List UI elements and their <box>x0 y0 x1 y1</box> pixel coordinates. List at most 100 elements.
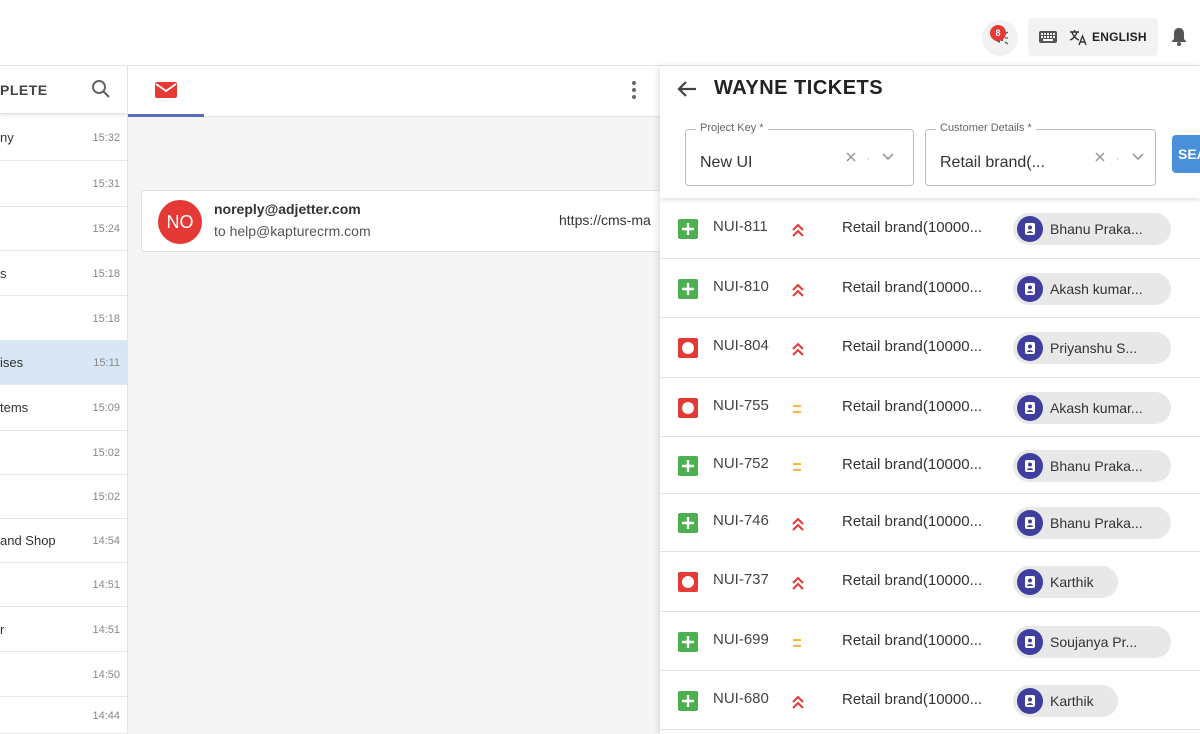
ticket-key[interactable]: NUI-810 <box>713 278 769 295</box>
ticket-row[interactable]: NUI-746 Retail brand(10000... Bhanu Praka.… <box>660 494 1200 552</box>
conversation-item[interactable]: tems 15:09 <box>0 385 127 431</box>
ticket-key[interactable]: NUI-737 <box>713 571 769 588</box>
conversation-time: 15:09 <box>92 402 120 414</box>
bug-type-icon <box>678 398 698 418</box>
conversation-item[interactable]: and Shop 14:54 <box>0 519 127 563</box>
ticket-key[interactable]: NUI-811 <box>713 218 768 235</box>
search-icon[interactable] <box>91 79 111 99</box>
ticket-row[interactable]: NUI-804 Retail brand(10000... Priyanshu S.… <box>660 318 1200 378</box>
notification-badge: 8 <box>990 25 1006 41</box>
assignee-avatar <box>1017 453 1043 479</box>
clear-icon[interactable] <box>844 150 858 164</box>
search-button[interactable]: SEARCH <box>1172 135 1200 173</box>
tickets-panel-header: WAYNE TICKETS Project Key * New UI Custo… <box>660 66 1200 198</box>
assignee-chip[interactable]: Bhanu Praka... <box>1013 507 1172 539</box>
conversation-time: 14:54 <box>92 535 120 547</box>
conversation-item[interactable]: 15:31 <box>0 161 127 207</box>
ticket-row[interactable]: NUI-810 Retail brand(10000... Akash kumar.… <box>660 259 1200 318</box>
assignee-chip[interactable]: Karthik <box>1013 685 1119 717</box>
ticket-key[interactable]: NUI-755 <box>713 397 769 414</box>
assignee-chip[interactable]: Akash kumar... <box>1013 273 1172 305</box>
ticket-customer: Retail brand(10000... <box>842 513 983 530</box>
customer-details-label: Customer Details * <box>936 122 1036 134</box>
assignee-chip[interactable]: Bhanu Praka... <box>1013 213 1172 245</box>
conversation-time: 14:51 <box>92 624 120 636</box>
conversation-item[interactable]: 14:50 <box>0 652 127 697</box>
top-bar: 8 ENGLISH <box>0 0 1200 66</box>
user-icon <box>1025 283 1035 295</box>
project-key-label: Project Key * <box>696 122 768 134</box>
chevron-down-icon[interactable] <box>1131 152 1145 162</box>
assignee-name: Karthik <box>1050 574 1094 590</box>
conversation-item[interactable]: r 14:51 <box>0 607 127 652</box>
assignee-chip[interactable]: Karthik <box>1013 566 1119 598</box>
assignee-avatar <box>1017 335 1043 361</box>
ticket-row[interactable]: NUI-811 Retail brand(10000... Bhanu Praka.… <box>660 198 1200 259</box>
customer-details-select[interactable]: Customer Details * Retail brand(... <box>925 122 1156 186</box>
conversation-time: 14:50 <box>92 669 120 681</box>
ticket-row[interactable]: NUI-699 Retail brand(10000... Soujanya Pr.… <box>660 612 1200 671</box>
user-icon <box>1025 402 1035 414</box>
assignee-name: Priyanshu S... <box>1050 340 1138 356</box>
conversation-item[interactable]: 15:02 <box>0 475 127 519</box>
ticket-key[interactable]: NUI-746 <box>713 512 769 529</box>
more-vertical-icon[interactable] <box>630 80 638 100</box>
user-icon <box>1025 342 1035 354</box>
ticket-key[interactable]: NUI-804 <box>713 337 769 354</box>
bell-icon[interactable] <box>1170 26 1188 46</box>
assignee-chip[interactable]: Bhanu Praka... <box>1013 450 1172 482</box>
ticket-row[interactable]: NUI-737 Retail brand(10000... Karthik <box>660 552 1200 612</box>
story-type-icon <box>678 456 698 476</box>
announcement-button[interactable]: 8 <box>982 20 1018 56</box>
conversation-item[interactable]: 15:18 <box>0 296 127 341</box>
assignee-name: Karthik <box>1050 693 1094 709</box>
conversation-item[interactable]: ny 15:32 <box>0 114 127 161</box>
conversation-item[interactable]: s 15:18 <box>0 251 127 296</box>
user-icon <box>1025 223 1035 235</box>
conversation-item[interactable]: ises 15:11 <box>0 341 127 385</box>
ticket-customer: Retail brand(10000... <box>842 279 983 296</box>
project-key-select[interactable]: Project Key * New UI <box>685 122 914 186</box>
priority-high-icon <box>792 695 804 709</box>
conversation-item[interactable]: 14:51 <box>0 563 127 607</box>
back-arrow-icon[interactable] <box>676 79 698 99</box>
user-icon <box>1025 636 1035 648</box>
ticket-row[interactable]: NUI-755 Retail brand(10000... Akash kumar.… <box>660 378 1200 437</box>
ticket-row[interactable]: NUI-680 Retail brand(10000... Karthik <box>660 671 1200 730</box>
assignee-avatar <box>1017 510 1043 536</box>
email-link[interactable]: https://cms-ma <box>559 212 651 228</box>
priority-high-icon <box>792 223 804 237</box>
clear-icon[interactable] <box>1093 150 1107 164</box>
assignee-chip[interactable]: Soujanya Pr... <box>1013 626 1172 658</box>
conversation-item[interactable]: 15:02 <box>0 431 127 475</box>
tab-email[interactable] <box>128 66 204 117</box>
conversation-list-title: PLETE <box>0 82 48 98</box>
ticket-customer: Retail brand(10000... <box>842 398 983 415</box>
chevron-down-icon[interactable] <box>881 152 895 162</box>
ticket-key[interactable]: NUI-680 <box>713 690 769 707</box>
bug-type-icon <box>678 338 698 358</box>
language-selector[interactable]: ENGLISH <box>1028 18 1158 56</box>
email-card[interactable]: NO noreply@adjetter.com to help@kapturec… <box>141 190 681 252</box>
conversation-time: 14:51 <box>92 579 120 591</box>
email-recipient: to help@kapturecrm.com <box>214 223 371 239</box>
ticket-key[interactable]: NUI-699 <box>713 631 769 648</box>
assignee-name: Akash kumar... <box>1050 400 1143 416</box>
field-separator <box>868 158 869 160</box>
assignee-chip[interactable]: Akash kumar... <box>1013 392 1172 424</box>
ticket-customer: Retail brand(10000... <box>842 456 983 473</box>
assignee-name: Bhanu Praka... <box>1050 515 1143 531</box>
email-pane-header <box>128 66 660 117</box>
assignee-chip[interactable]: Priyanshu S... <box>1013 332 1172 364</box>
bug-type-icon <box>678 572 698 592</box>
conversation-item[interactable]: 14:44 <box>0 697 127 734</box>
conversation-time: 15:02 <box>92 447 120 459</box>
ticket-row[interactable]: NUI-752 Retail brand(10000... Bhanu Praka.… <box>660 437 1200 494</box>
email-pane: NO noreply@adjetter.com to help@kapturec… <box>128 66 681 734</box>
assignee-avatar <box>1017 395 1043 421</box>
conversation-item[interactable]: 15:24 <box>0 207 127 251</box>
field-separator <box>1117 158 1118 160</box>
ticket-customer: Retail brand(10000... <box>842 691 983 708</box>
priority-medium-icon <box>793 463 801 471</box>
ticket-key[interactable]: NUI-752 <box>713 455 769 472</box>
